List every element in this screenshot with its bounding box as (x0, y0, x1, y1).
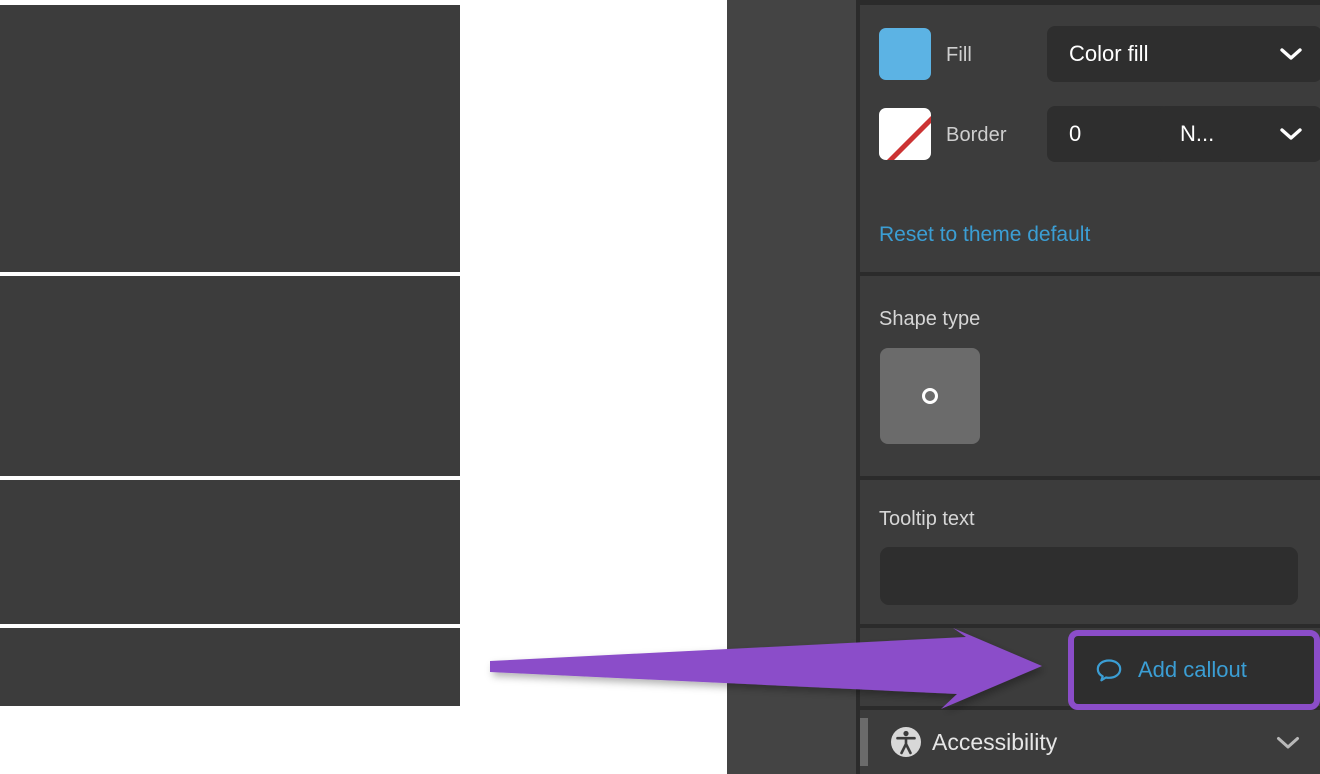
border-color-swatch[interactable] (879, 108, 931, 160)
fill-color-swatch[interactable] (879, 28, 931, 80)
border-style-value: N... (1180, 121, 1215, 146)
section-divider (860, 272, 1320, 276)
tooltip-section (0, 480, 460, 624)
tooltip-text-heading: Tooltip text (879, 508, 975, 530)
fill-type-dropdown[interactable]: Color fill (1047, 26, 1320, 82)
no-border-slash-icon (886, 108, 931, 160)
shape-type-heading: Shape type (879, 308, 981, 330)
section-divider (860, 476, 1320, 480)
chevron-down-icon (1280, 128, 1302, 140)
active-section-indicator (860, 718, 868, 766)
shape-type-section (0, 276, 460, 476)
add-callout-label: Add callout (1138, 657, 1247, 682)
callout-section (0, 628, 460, 706)
secondary-panel (727, 0, 858, 774)
chevron-down-icon[interactable] (1276, 736, 1300, 749)
chevron-down-icon (1280, 48, 1302, 60)
circle-outline-icon (922, 388, 938, 404)
tooltip-text-input[interactable] (880, 547, 1298, 605)
speech-bubble-icon (1096, 658, 1122, 682)
style-section (0, 5, 460, 272)
fill-type-value: Color fill (1069, 41, 1149, 66)
panel-top-border (860, 0, 1320, 5)
app-root: Fill Color fill Border 0 N... Reset to t… (0, 0, 1320, 774)
border-width-input[interactable]: 0 (1047, 106, 1170, 162)
section-divider (860, 624, 1320, 628)
accessibility-section-header[interactable]: Accessibility (860, 710, 1320, 774)
accessibility-label: Accessibility (932, 728, 1058, 755)
border-style-dropdown[interactable]: N... (1158, 106, 1320, 162)
accessibility-person-icon (890, 726, 922, 758)
shape-type-option-circle[interactable] (880, 348, 980, 444)
fill-label: Fill (946, 44, 972, 66)
add-callout-button[interactable]: Add callout (1068, 630, 1320, 710)
border-width-value: 0 (1069, 121, 1082, 146)
reset-to-theme-default-link[interactable]: Reset to theme default (879, 223, 1090, 247)
border-label: Border (946, 124, 1007, 146)
